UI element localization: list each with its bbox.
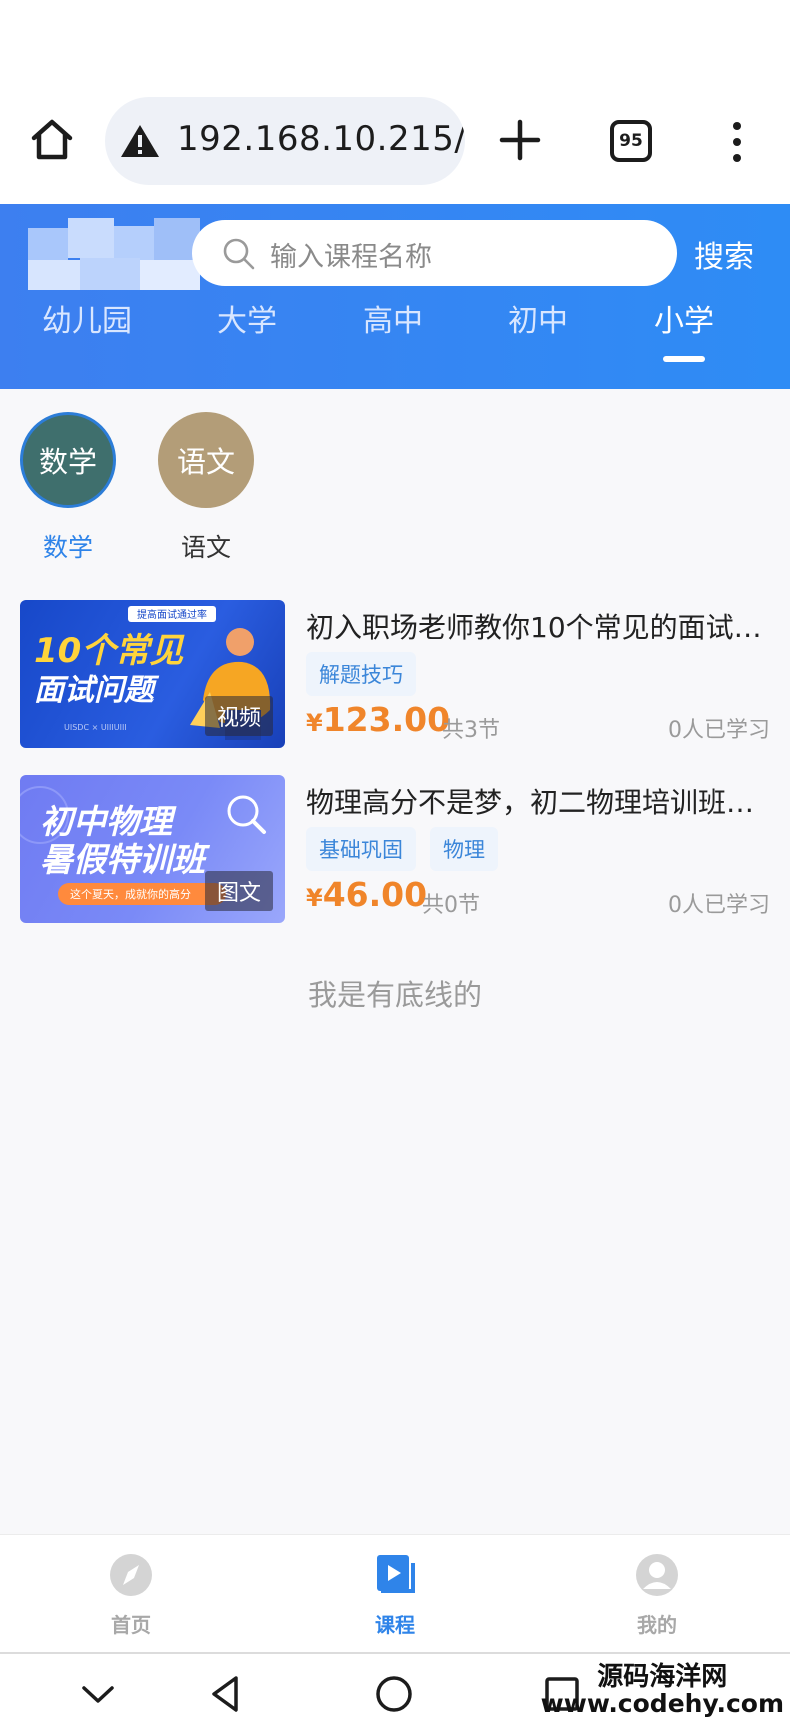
back-icon[interactable] [206,1674,246,1714]
search-button[interactable]: 搜索 [694,232,754,276]
level-tabs: 幼儿园 大学 高中 初中 小学 [0,296,790,356]
course-tags: 基础巩固 物理 [306,827,498,871]
search-placeholder: 输入课程名称 [270,242,432,273]
active-tab-indicator [663,356,705,362]
course-tags: 解题技巧 [306,652,416,696]
course-thumbnail: 提高面试通过率 10个常见 面试问题 UISDC × UIIIUIII 视频 [20,600,285,748]
app-header: 输入课程名称 搜索 幼儿园 大学 高中 初中 小学 [0,204,790,389]
watermark: 源码海洋网 www.codehy.com [540,1662,784,1719]
thumb-line2: 面试问题 [34,673,160,708]
tab-middle-school[interactable]: 初中 [508,296,568,340]
price-symbol: ¥ [306,709,323,737]
course-title: 物理高分不是梦，初二物理培训班来啦 [306,786,766,819]
course-tag: 基础巩固 [306,827,416,871]
nav-profile-label: 我的 [637,1613,677,1637]
watermark-line2: www.codehy.com [540,1689,784,1719]
subject-math-icon: 数学 [20,412,116,508]
system-nav-bar: 源码海洋网 www.codehy.com [0,1652,790,1732]
subject-math-circle-text: 数学 [38,445,97,479]
address-bar[interactable]: 192.168.10.215/w [105,97,465,185]
warning-icon[interactable] [119,123,161,159]
nav-courses[interactable]: 课程 [345,1553,445,1638]
course-price: ¥46.00 [306,875,427,914]
search-input[interactable]: 输入课程名称 [192,220,677,286]
course-lessons: 共0节 [422,893,480,918]
tab-primary-school[interactable]: 小学 [654,296,714,340]
price-symbol: ¥ [306,884,323,912]
blurred-logo [28,218,203,290]
thumb-footer: UISDC × UIIIUIII [64,723,127,732]
app-bottom-nav: 首页 课程 我的 [0,1534,790,1652]
url-text: 192.168.10.215/w [177,119,465,159]
tab-switcher-button[interactable]: 95 [610,120,652,162]
subject-math-label: 数学 [42,533,93,562]
subject-math[interactable]: 数学 数学 [20,412,116,564]
profile-icon [636,1554,678,1596]
thumb-line1: 10个常见 [34,631,185,671]
nav-home-label: 首页 [111,1613,151,1637]
home-circle-icon[interactable] [374,1674,414,1714]
nav-courses-label: 课程 [375,1613,415,1637]
app-page: 192.168.10.215/w 95 输入课程名称 搜索 幼儿园 大学 高中 … [0,0,790,1732]
nav-profile[interactable]: 我的 [607,1553,707,1638]
tab-university[interactable]: 大学 [217,296,277,340]
price-value: 123.00 [322,700,451,739]
home-icon[interactable] [28,116,76,164]
tab-high-school[interactable]: 高中 [363,296,423,340]
course-learners: 0人已学习 [668,718,770,743]
course-title: 初入职场老师教你10个常见的面试问题 [306,611,766,644]
thumb-footer: 这个夏天，成就你的高分 [70,887,191,901]
thumb-tag-text: 提高面试通过率 [137,608,207,621]
course-book-icon [377,1555,415,1593]
nav-home[interactable]: 首页 [81,1553,181,1638]
course-type-badge: 视频 [204,696,273,736]
course-learners: 0人已学习 [668,893,770,918]
course-price: ¥123.00 [306,700,450,739]
subject-chinese-label: 语文 [180,533,231,562]
course-lessons: 共3节 [442,718,500,743]
chevron-down-icon[interactable] [78,1674,118,1714]
thumb-line2: 暑假特训班 [40,840,211,879]
watermark-line1: 源码海洋网 [597,1662,728,1692]
more-menu-icon[interactable] [722,118,752,166]
course-type-badge: 图文 [204,871,273,911]
end-of-list-text: 我是有底线的 [307,978,482,1012]
browser-toolbar: 192.168.10.215/w 95 [0,0,790,204]
course-card[interactable]: 提高面试通过率 10个常见 面试问题 UISDC × UIIIUIII 视频 初… [20,600,770,750]
subject-chinese[interactable]: 语文 语文 [158,412,254,564]
thumb-line1: 初中物理 [40,802,177,841]
course-card[interactable]: 初中物理 暑假特训班 这个夏天，成就你的高分 图文 物理高分不是梦，初二物理培训… [20,775,770,925]
new-tab-icon[interactable] [496,116,544,164]
compass-icon [110,1554,152,1596]
tab-kindergarten[interactable]: 幼儿园 [42,296,132,340]
search-icon [223,238,255,270]
course-tag: 物理 [430,827,498,871]
price-value: 46.00 [322,875,428,914]
course-tag: 解题技巧 [306,652,416,696]
subject-chinese-circle-text: 语文 [176,445,235,479]
subject-chinese-icon: 语文 [158,412,254,508]
course-thumbnail: 初中物理 暑假特训班 这个夏天，成就你的高分 图文 [20,775,285,923]
